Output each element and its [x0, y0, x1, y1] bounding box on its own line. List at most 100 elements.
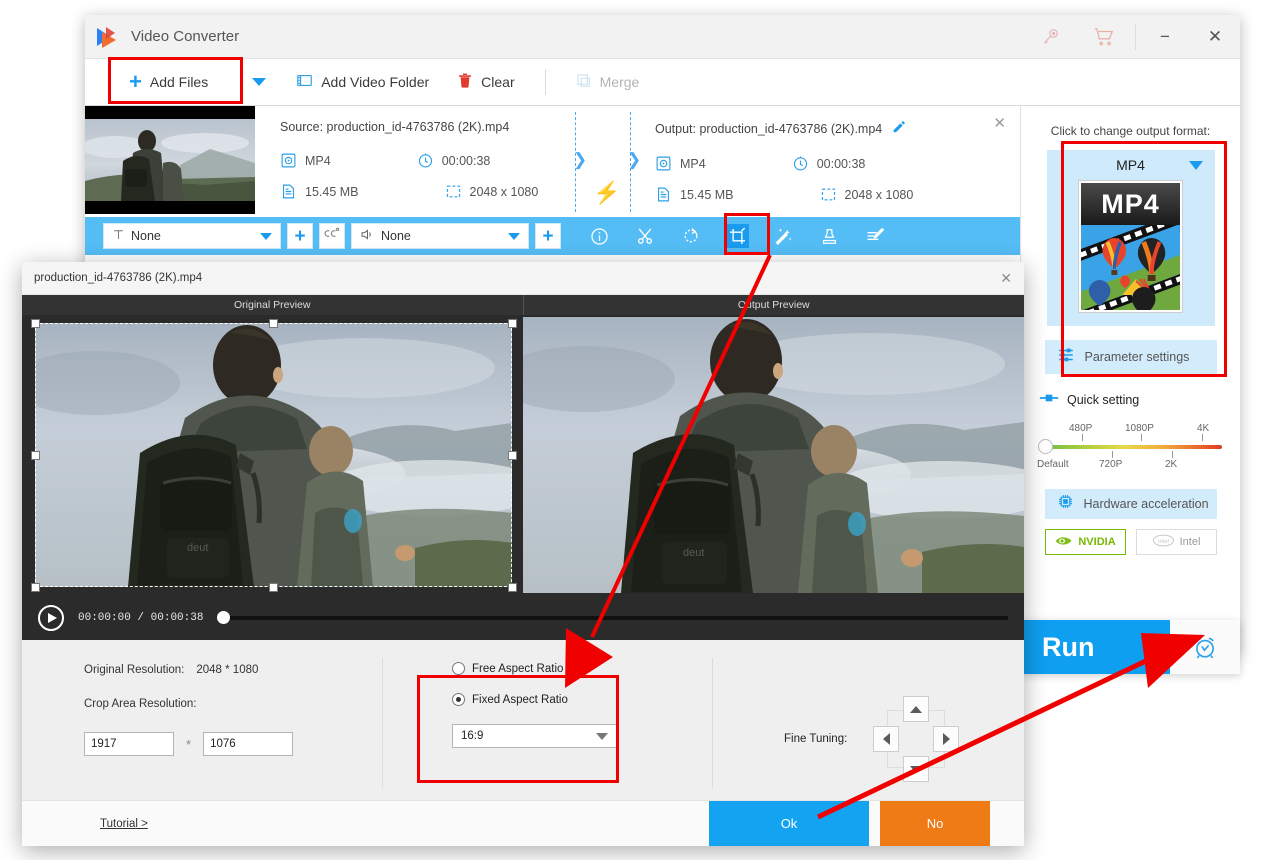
- add-subtitle-button[interactable]: +: [287, 223, 313, 249]
- fine-tune-left-button[interactable]: [873, 726, 900, 752]
- gpu-intel-button[interactable]: intel Intel: [1135, 529, 1217, 555]
- svg-text:deut: deut: [683, 547, 704, 559]
- format-thumbnail-label: MP4: [1081, 183, 1180, 225]
- crop-height-input[interactable]: [203, 732, 294, 756]
- cart-icon[interactable]: [1077, 15, 1131, 59]
- fine-tune-up-button[interactable]: [903, 696, 930, 722]
- radio-fixed[interactable]: [452, 693, 465, 706]
- titlebar-divider: [1135, 23, 1136, 50]
- remove-file-button[interactable]: ✕: [993, 114, 1006, 132]
- clear-button[interactable]: Clear: [443, 59, 528, 105]
- svg-text:intel: intel: [1158, 539, 1169, 545]
- plus-icon: +: [542, 225, 554, 247]
- output-settings-pane: Click to change output format: MP4 MP4 P…: [1020, 106, 1240, 654]
- output-preview-label: Output Preview: [737, 299, 810, 311]
- hardware-acceleration-button[interactable]: Hardware acceleration: [1044, 489, 1217, 519]
- progress-handle[interactable]: [217, 611, 231, 624]
- run-button[interactable]: Run: [1022, 620, 1170, 674]
- quick-setting-label: Quick setting: [1067, 392, 1140, 407]
- controls-divider-1: [382, 658, 383, 788]
- aspect-ratio-select[interactable]: 16:9: [452, 724, 617, 748]
- fine-tune-right-button[interactable]: [933, 726, 960, 752]
- radio-free[interactable]: [452, 662, 465, 675]
- output-format-card[interactable]: MP4 MP4: [1046, 150, 1215, 326]
- minimize-button[interactable]: −: [1140, 15, 1190, 59]
- preview-headers: Original Preview Output Preview: [22, 295, 1024, 315]
- gpu-nvidia-label: NVIDIA: [1078, 536, 1116, 548]
- source-size: 15.45 MB: [280, 183, 359, 200]
- quality-slider[interactable]: 480P 1080P 4K Default 720P 2K: [1037, 423, 1224, 475]
- alarm-clock-icon[interactable]: [1170, 620, 1240, 674]
- nvidia-eye-icon: [1054, 535, 1073, 550]
- tutorial-link[interactable]: Tutorial >: [100, 818, 148, 830]
- clock-icon: [792, 155, 809, 172]
- original-preview[interactable]: deut: [22, 315, 523, 595]
- crop-handle-top-left[interactable]: [31, 319, 40, 328]
- merge-button[interactable]: Merge: [562, 59, 654, 105]
- progress-bar[interactable]: [217, 611, 1008, 625]
- close-button[interactable]: ✕: [1190, 15, 1240, 59]
- watermark-icon[interactable]: [817, 224, 841, 248]
- crop-handle-middle-right[interactable]: [508, 451, 517, 460]
- app-title: Video Converter: [131, 28, 240, 45]
- fixed-aspect-ratio-option[interactable]: Fixed Aspect Ratio: [452, 693, 632, 706]
- lightning-icon: ⚡: [593, 180, 621, 205]
- edit-output-name-icon[interactable]: [892, 120, 906, 137]
- video-format-icon: [280, 152, 297, 169]
- ok-button[interactable]: Ok: [709, 801, 869, 846]
- folder-video-icon: [296, 72, 313, 92]
- free-aspect-ratio-option[interactable]: Free Aspect Ratio: [452, 662, 632, 675]
- fine-tune-down-button[interactable]: [903, 756, 930, 782]
- crop-selection-rectangle[interactable]: [35, 323, 512, 587]
- subtitle-edit-icon[interactable]: [863, 224, 887, 248]
- crop-icon[interactable]: [725, 224, 749, 248]
- subtitle-select[interactable]: None: [103, 223, 281, 249]
- info-icon[interactable]: [587, 224, 611, 248]
- parameter-settings-button[interactable]: Parameter settings: [1044, 340, 1217, 374]
- free-aspect-ratio-label: Free Aspect Ratio: [472, 662, 564, 675]
- slider-label-480p: 480P: [1069, 423, 1093, 434]
- slider-label-default: Default: [1037, 459, 1069, 470]
- crop-handle-middle-left[interactable]: [31, 451, 40, 460]
- crop-handle-top-center[interactable]: [269, 319, 278, 328]
- key-icon[interactable]: [1023, 15, 1077, 59]
- crop-handle-bottom-right[interactable]: [508, 583, 517, 592]
- speaker-icon: [360, 228, 375, 244]
- add-files-button[interactable]: + Add Files: [115, 59, 236, 105]
- crop-handle-bottom-left[interactable]: [31, 583, 40, 592]
- add-video-folder-button[interactable]: Add Video Folder: [282, 59, 443, 105]
- format-dropdown-caret-icon[interactable]: [1188, 161, 1203, 170]
- crop-width-input[interactable]: [84, 732, 174, 756]
- play-button[interactable]: [38, 604, 64, 631]
- chevron-right-icon-2: ❯: [627, 150, 642, 169]
- slider-track: [1045, 445, 1222, 449]
- add-files-dropdown-caret-icon[interactable]: [252, 78, 267, 86]
- crop-dialog-close-button[interactable]: ✕: [1000, 270, 1012, 287]
- audio-track-select[interactable]: None: [351, 223, 529, 249]
- no-button[interactable]: No: [880, 801, 990, 846]
- slider-handle[interactable]: [1038, 439, 1053, 454]
- gpu-nvidia-button[interactable]: NVIDIA: [1044, 529, 1126, 555]
- app-logo-icon: [97, 26, 119, 48]
- output-preview: deut: [523, 315, 1024, 595]
- original-resolution-row: Original Resolution: 2048 * 1080: [84, 664, 293, 676]
- add-audio-button[interactable]: +: [535, 223, 561, 249]
- trim-icon[interactable]: [633, 224, 657, 248]
- plus-icon: +: [129, 69, 142, 94]
- effect-icon[interactable]: [771, 224, 795, 248]
- crop-controls: Original Resolution: 2048 * 1080 Crop Ar…: [22, 640, 1024, 818]
- rotate-icon[interactable]: [679, 224, 703, 248]
- closed-caption-settings-button[interactable]: [319, 223, 345, 249]
- file-size-icon: [655, 186, 672, 203]
- slider-label-2k: 2K: [1165, 459, 1178, 470]
- file-row[interactable]: ✕ ❯ ❯ ⚡ Source: production_id-4763786 (2…: [85, 106, 1020, 214]
- title-bar-actions: − ✕: [1023, 15, 1240, 58]
- audio-track-value: None: [381, 229, 411, 243]
- merge-icon: [576, 73, 592, 92]
- crop-handle-top-right[interactable]: [508, 319, 517, 328]
- video-player-bar: 00:00:00 / 00:00:38: [22, 595, 1024, 640]
- crop-handle-bottom-center[interactable]: [269, 583, 278, 592]
- clock-icon: [417, 152, 434, 169]
- preview-panes: deut deut: [22, 315, 1024, 595]
- sliders-icon: [1057, 346, 1075, 369]
